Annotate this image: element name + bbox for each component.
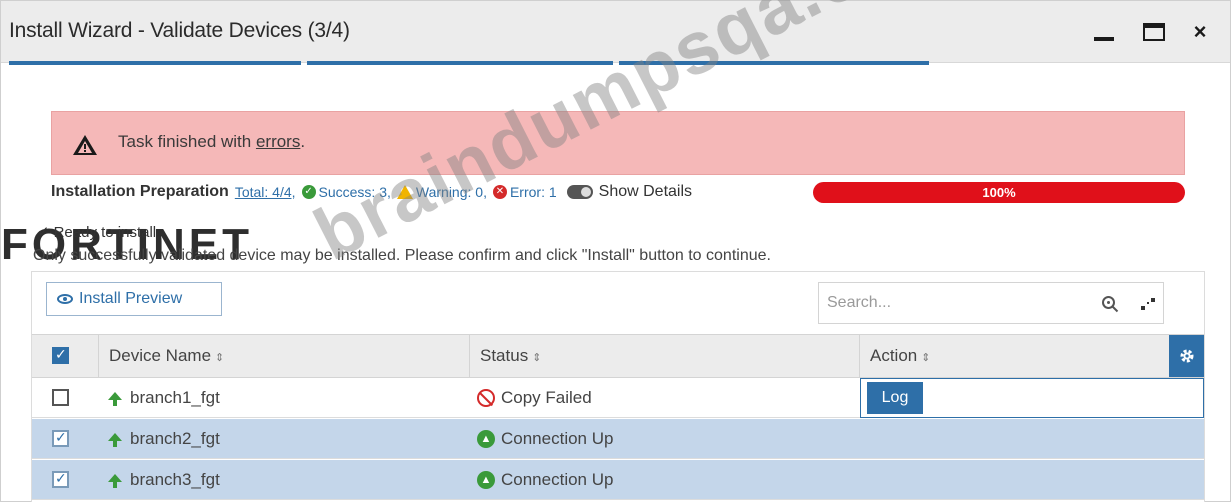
connection-up-icon: ▲ <box>477 471 495 489</box>
minimize-icon <box>1094 37 1114 41</box>
table-row[interactable]: branch1_fgt Copy Failed Log <box>32 378 1204 418</box>
ready-status: ✓ Ready to install <box>37 223 156 241</box>
ready-text: Ready to install <box>53 224 157 241</box>
device-name: branch3_fgt <box>130 470 220 489</box>
wizard-step-2-indicator <box>307 61 613 65</box>
action-cell: Log <box>860 378 1204 418</box>
device-name-cell: branch2_fgt <box>108 419 220 459</box>
progress-label: 100% <box>982 185 1016 200</box>
column-settings-button[interactable] <box>1169 335 1204 377</box>
connection-up-icon: ▲ <box>477 430 495 448</box>
search-input[interactable] <box>827 291 1087 315</box>
row-checkbox[interactable] <box>52 389 69 406</box>
log-button[interactable]: Log <box>867 382 923 414</box>
device-up-arrow-icon <box>108 392 122 406</box>
column-action-label: Action <box>870 346 918 365</box>
row-checkbox[interactable] <box>52 429 69 447</box>
copy-failed-icon <box>477 389 495 407</box>
device-name-cell: branch1_fgt <box>108 378 220 418</box>
device-name: branch1_fgt <box>130 388 220 407</box>
errors-link[interactable]: errors <box>256 132 300 151</box>
sort-icon: ⇕ <box>215 352 225 364</box>
alert-text-suffix: . <box>300 132 306 151</box>
expand-icon[interactable] <box>1139 295 1157 313</box>
install-preview-label: Install Preview <box>79 290 183 307</box>
close-button[interactable]: × <box>1185 17 1215 47</box>
sort-icon: ⇕ <box>532 352 542 364</box>
column-status-label: Status <box>480 346 529 365</box>
title-bar: Install Wizard - Validate Devices (3/4) … <box>1 1 1230 63</box>
error-stat: ✕ Error: 1 <box>492 184 557 200</box>
device-name-cell: branch3_fgt <box>108 460 220 500</box>
device-table-panel: Install Preview Device Name⇕ Status⇕ <box>31 271 1205 502</box>
table-row[interactable]: branch3_fgt ▲ Connection Up <box>32 460 1204 500</box>
toggle-knob <box>580 187 591 197</box>
warning-text: Warning: 0, <box>415 184 487 200</box>
device-up-arrow-icon <box>108 474 122 488</box>
check-icon: ✓ <box>37 224 50 241</box>
column-device-name[interactable]: Device Name ⇕ <box>98 335 469 377</box>
status-text: Connection Up <box>501 470 614 489</box>
install-note: Only successfully validated device may b… <box>33 247 771 264</box>
success-text: Success: 3, <box>318 184 391 200</box>
column-status[interactable]: Status ⇕ <box>469 335 859 377</box>
show-details-toggle[interactable] <box>566 185 593 199</box>
device-name: branch2_fgt <box>130 429 220 448</box>
sort-icon: ⇕ <box>921 352 931 364</box>
select-all-checkbox[interactable] <box>52 346 69 364</box>
eye-icon <box>57 294 73 304</box>
gear-icon <box>1180 349 1193 363</box>
warning-stat: Warning: 0, <box>396 184 487 200</box>
total-link[interactable]: Total: 4/4, <box>235 184 296 200</box>
install-wizard-window: Install Wizard - Validate Devices (3/4) … <box>0 0 1231 502</box>
status-cell: ▲ Connection Up <box>477 460 613 500</box>
window-title: Install Wizard - Validate Devices (3/4) <box>9 19 350 42</box>
device-up-arrow-icon <box>108 433 122 447</box>
show-details-label: Show Details <box>598 183 693 200</box>
install-preview-button[interactable]: Install Preview <box>46 282 222 316</box>
success-stat: ✓ Success: 3, <box>301 184 391 200</box>
error-icon: ✕ <box>492 185 507 199</box>
minimize-button[interactable] <box>1089 17 1119 47</box>
alert-message: Task finished with errors. <box>118 132 305 152</box>
status-cell: ▲ Connection Up <box>477 419 613 459</box>
search-box <box>818 282 1164 324</box>
close-icon: × <box>1193 19 1207 44</box>
status-cell: Copy Failed <box>477 378 592 418</box>
table-row[interactable]: branch2_fgt ▲ Connection Up <box>32 419 1204 459</box>
prep-label: Installation Preparation <box>51 183 229 200</box>
row-checkbox[interactable] <box>52 470 69 488</box>
error-alert: Task finished with errors. <box>51 111 1185 175</box>
maximize-button[interactable] <box>1139 17 1169 47</box>
maximize-icon <box>1143 23 1165 41</box>
status-text: Connection Up <box>501 429 614 448</box>
column-action[interactable]: Action ⇕ <box>859 335 1169 377</box>
installation-preparation-summary: Installation Preparation Total: 4/4, ✓ Su… <box>51 180 692 204</box>
search-icon[interactable] <box>1101 295 1119 313</box>
alert-text-prefix: Task finished with <box>118 132 256 151</box>
warning-small-icon <box>396 185 413 199</box>
success-icon: ✓ <box>301 185 316 199</box>
wizard-step-1-indicator <box>9 61 301 65</box>
error-text: Error: 1 <box>509 184 557 200</box>
status-text: Copy Failed <box>501 388 592 407</box>
warning-icon <box>73 135 97 155</box>
table-header: Device Name⇕ Status⇕ Action⇕ <box>32 334 1204 378</box>
column-device-name-label: Device Name <box>109 346 212 365</box>
progress-bar: 100% <box>813 182 1185 203</box>
wizard-step-3-indicator <box>619 61 929 65</box>
